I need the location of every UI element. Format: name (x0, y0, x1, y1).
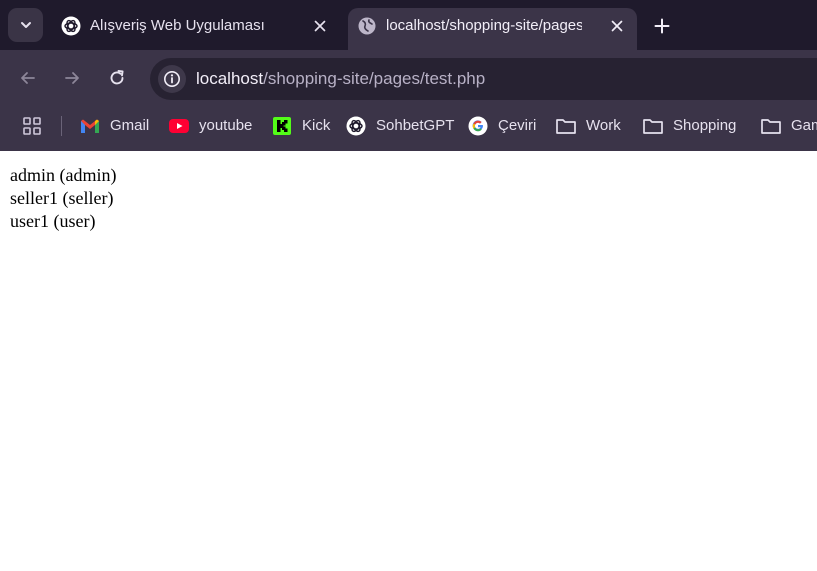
apps-button[interactable] (21, 115, 43, 137)
info-icon (164, 71, 180, 87)
bookmarks-separator (61, 116, 62, 136)
new-tab-button[interactable] (650, 14, 674, 38)
bookmark-label: Shopping (673, 117, 737, 134)
apps-grid-icon (23, 117, 41, 135)
browser-window: Alışveriş Web Uygulaması localhost/shopp… (0, 0, 817, 571)
user-entry: user1 (user) (10, 211, 96, 231)
tab-alisveris[interactable]: Alışveriş Web Uygulaması (52, 8, 342, 50)
gmail-icon (79, 115, 101, 137)
tab-strip: Alışveriş Web Uygulaması localhost/shopp… (0, 0, 817, 50)
user-entry: seller1 (seller) (10, 188, 114, 208)
folder-icon (642, 115, 664, 137)
reload-icon (110, 70, 124, 85)
toolbar: localhost/shopping-site/pages/test.php (0, 50, 817, 106)
bookmark-ceviri[interactable]: Çeviri (467, 114, 536, 138)
arrow-right-icon (65, 72, 79, 84)
folder-icon (555, 115, 577, 137)
folder-icon (760, 115, 782, 137)
bookmark-label: youtube (199, 117, 253, 134)
forward-button[interactable] (60, 66, 84, 90)
bookmark-folder-work[interactable]: Work (555, 114, 621, 138)
plus-icon (654, 18, 670, 34)
url-host: localhost (196, 69, 264, 88)
bookmark-label: Work (586, 117, 621, 134)
url-text: localhost/shopping-site/pages/test.php (196, 69, 485, 89)
bookmarks-bar: Gmail youtube Kick SohbetGPT Çeviri Work… (0, 106, 817, 151)
bookmark-folder-shopping[interactable]: Shopping (642, 114, 736, 138)
bookmark-kick[interactable]: Kick (271, 114, 330, 138)
user-list: admin (admin) seller1 (seller) user1 (us… (10, 164, 116, 233)
close-icon[interactable] (608, 17, 626, 35)
tab-search-button[interactable] (8, 8, 43, 42)
reload-button[interactable] (105, 66, 129, 90)
bookmark-label: Kick (302, 117, 331, 134)
tab-title: Alışveriş Web Uygulaması (90, 17, 265, 34)
openai-icon (345, 115, 367, 137)
bookmark-label: Çeviri (498, 117, 537, 134)
bookmark-folder-gam[interactable]: Gam (760, 114, 817, 138)
close-icon[interactable] (311, 17, 329, 35)
bookmark-youtube[interactable]: youtube (168, 114, 252, 138)
globe-icon (357, 16, 377, 36)
user-entry: admin (admin) (10, 165, 117, 185)
url-path: /shopping-site/pages/test.php (263, 69, 486, 88)
address-bar[interactable]: localhost/shopping-site/pages/test.php (150, 58, 817, 100)
site-info-button[interactable] (158, 65, 186, 93)
youtube-icon (168, 115, 190, 137)
tab-title: localhost/shopping-site/pages/ (386, 17, 582, 34)
google-icon (467, 115, 489, 137)
bookmark-gmail[interactable]: Gmail (79, 114, 149, 138)
chevron-down-icon (20, 22, 31, 28)
openai-icon (61, 16, 81, 36)
kick-icon (271, 115, 293, 137)
arrow-left-icon (21, 72, 35, 84)
bookmark-sohbetgpt[interactable]: SohbetGPT (345, 114, 454, 138)
bookmark-label: Gam (791, 117, 817, 134)
bookmark-label: Gmail (110, 117, 150, 134)
page-content: admin (admin) seller1 (seller) user1 (us… (0, 151, 817, 571)
back-button[interactable] (16, 66, 40, 90)
bookmark-label: SohbetGPT (376, 117, 455, 134)
tab-localhost[interactable]: localhost/shopping-site/pages/ (348, 8, 637, 50)
